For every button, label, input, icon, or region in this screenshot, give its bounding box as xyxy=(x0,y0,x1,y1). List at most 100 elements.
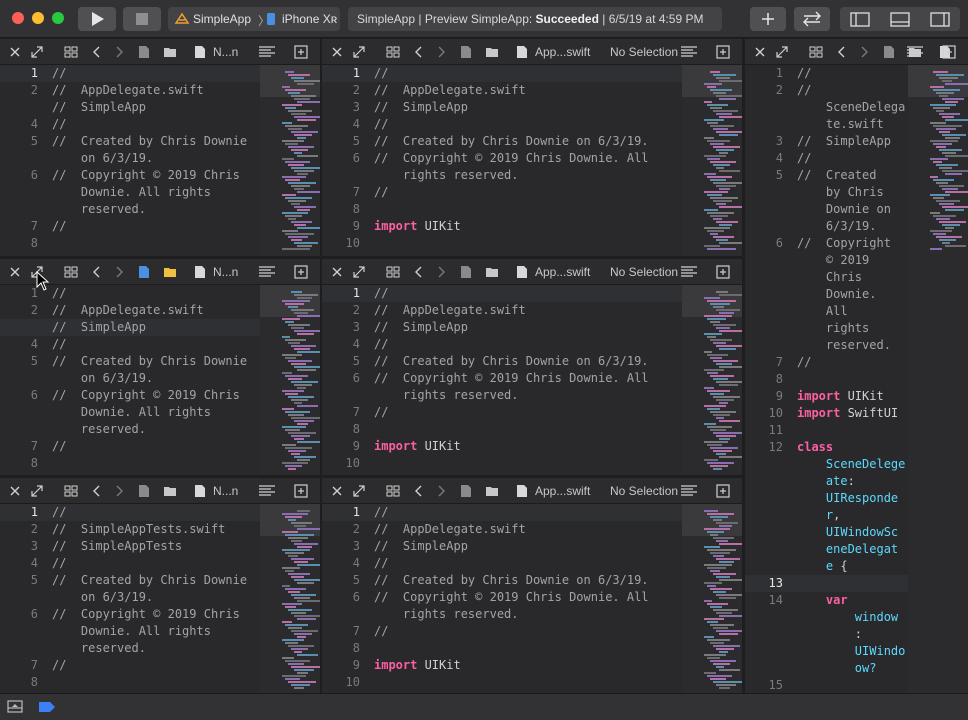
code-editor[interactable]: 1 // 2 // SceneDelega te.swift 3 // SimpleApp… xyxy=(745,65,908,693)
stop-button[interactable] xyxy=(123,7,161,31)
minimap[interactable] xyxy=(260,65,320,256)
expand-editor-icon[interactable] xyxy=(352,39,366,65)
back-icon[interactable] xyxy=(412,259,426,285)
swift-file-icon[interactable] xyxy=(193,259,207,285)
forward-icon[interactable] xyxy=(112,259,126,285)
close-editor-icon[interactable] xyxy=(8,39,22,65)
back-icon[interactable] xyxy=(412,39,426,65)
folder-icon[interactable] xyxy=(163,39,177,65)
close-editor-icon[interactable] xyxy=(330,478,344,504)
add-editor-icon[interactable] xyxy=(716,259,730,285)
document-items-icon[interactable] xyxy=(680,39,698,65)
minimap[interactable] xyxy=(260,504,320,693)
jump-bar-selection[interactable]: No Selection xyxy=(610,478,678,504)
swift-file-icon[interactable] xyxy=(515,478,529,504)
folder-icon[interactable] xyxy=(485,478,499,504)
forward-icon[interactable] xyxy=(112,39,126,65)
document-items-icon[interactable] xyxy=(258,478,276,504)
related-items-icon[interactable] xyxy=(386,39,400,65)
code-editor[interactable]: 1 // 2 // SimpleAppTests.swift 3 // SimpleApp… xyxy=(0,504,260,693)
jump-bar-file[interactable]: N...n xyxy=(213,259,238,285)
close-editor-icon[interactable] xyxy=(753,39,767,65)
scheme-selector[interactable]: SimpleApp 〉 iPhone Xʀ xyxy=(168,7,340,31)
related-items-icon[interactable] xyxy=(809,39,823,65)
back-icon[interactable] xyxy=(90,259,104,285)
document-items-icon[interactable] xyxy=(258,39,276,65)
project-file-icon[interactable] xyxy=(459,39,473,65)
jump-bar-selection[interactable]: No Selection xyxy=(610,39,678,65)
swift-file-icon[interactable] xyxy=(515,39,529,65)
close-window-button[interactable] xyxy=(12,12,24,24)
minimap[interactable] xyxy=(682,504,742,693)
forward-icon[interactable] xyxy=(434,259,448,285)
back-icon[interactable] xyxy=(412,478,426,504)
related-items-icon[interactable] xyxy=(64,39,78,65)
minimap[interactable] xyxy=(682,65,742,256)
project-file-icon[interactable] xyxy=(137,39,151,65)
code-review-button[interactable] xyxy=(794,7,830,31)
project-file-icon[interactable] xyxy=(137,259,151,285)
document-items-icon[interactable] xyxy=(680,259,698,285)
add-editor-icon[interactable] xyxy=(294,478,308,504)
expand-editor-icon[interactable] xyxy=(30,478,44,504)
close-editor-icon[interactable] xyxy=(330,259,344,285)
breakpoint-icon[interactable] xyxy=(38,701,56,713)
forward-icon[interactable] xyxy=(112,478,126,504)
jump-bar-file[interactable]: N...n xyxy=(213,478,238,504)
code-editor[interactable]: 1 // 2 // AppDelegate.swift 3 // SimpleApp 4 //… xyxy=(322,285,742,475)
close-editor-icon[interactable] xyxy=(8,259,22,285)
add-editor-icon[interactable] xyxy=(294,259,308,285)
jump-bar-file[interactable]: N...n xyxy=(213,39,238,65)
swift-file-icon[interactable] xyxy=(193,478,207,504)
project-file-icon[interactable] xyxy=(882,39,896,65)
minimap[interactable] xyxy=(260,285,320,475)
close-editor-icon[interactable] xyxy=(330,39,344,65)
library-button[interactable] xyxy=(750,7,786,31)
forward-icon[interactable] xyxy=(434,478,448,504)
folder-icon[interactable] xyxy=(163,259,177,285)
minimize-window-button[interactable] xyxy=(32,12,44,24)
add-editor-icon[interactable] xyxy=(716,39,730,65)
related-items-icon[interactable] xyxy=(386,259,400,285)
related-items-icon[interactable] xyxy=(386,478,400,504)
folder-icon[interactable] xyxy=(485,39,499,65)
close-editor-icon[interactable] xyxy=(8,478,22,504)
minimap[interactable] xyxy=(908,65,968,693)
add-editor-icon[interactable] xyxy=(294,39,308,65)
expand-editor-icon[interactable] xyxy=(30,39,44,65)
expand-editor-icon[interactable] xyxy=(775,39,789,65)
zoom-window-button[interactable] xyxy=(52,12,64,24)
expand-editor-icon[interactable] xyxy=(352,478,366,504)
code-editor[interactable]: 1 // 2 // AppDelegate.swift 3 // SimpleApp 4 //… xyxy=(322,65,742,256)
minimap[interactable] xyxy=(682,285,742,475)
jump-bar-selection[interactable]: No Selection xyxy=(610,259,678,285)
navigator-panel-icon[interactable] xyxy=(840,7,880,31)
document-items-icon[interactable] xyxy=(906,39,924,65)
expand-editor-icon[interactable] xyxy=(352,259,366,285)
folder-icon[interactable] xyxy=(163,478,177,504)
folder-icon[interactable] xyxy=(485,259,499,285)
code-editor[interactable]: 1 // 2 // AppDelegate.swift // SimpleApp 4 // 5… xyxy=(0,65,260,256)
jump-bar-file[interactable]: App...swift xyxy=(535,259,590,285)
back-icon[interactable] xyxy=(835,39,849,65)
back-icon[interactable] xyxy=(90,478,104,504)
hide-debug-area-icon[interactable] xyxy=(7,700,23,714)
run-button[interactable] xyxy=(78,7,116,31)
forward-icon[interactable] xyxy=(434,39,448,65)
add-editor-icon[interactable] xyxy=(716,478,730,504)
debug-panel-icon[interactable] xyxy=(880,7,920,31)
document-items-icon[interactable] xyxy=(680,478,698,504)
document-items-icon[interactable] xyxy=(258,259,276,285)
back-icon[interactable] xyxy=(90,39,104,65)
project-file-icon[interactable] xyxy=(459,478,473,504)
project-file-icon[interactable] xyxy=(459,259,473,285)
inspector-panel-icon[interactable] xyxy=(920,7,960,31)
project-file-icon[interactable] xyxy=(137,478,151,504)
code-editor[interactable]: 1 // 2 // AppDelegate.swift 3 // SimpleApp 4 //… xyxy=(322,504,742,693)
related-items-icon[interactable] xyxy=(64,478,78,504)
swift-file-icon[interactable] xyxy=(193,39,207,65)
jump-bar-file[interactable]: App...swift xyxy=(535,39,590,65)
add-editor-icon[interactable] xyxy=(942,39,956,65)
code-editor[interactable]: 1 // 2 // AppDelegate.swift // SimpleApp 4 // 5… xyxy=(0,285,260,475)
related-items-icon[interactable] xyxy=(64,259,78,285)
